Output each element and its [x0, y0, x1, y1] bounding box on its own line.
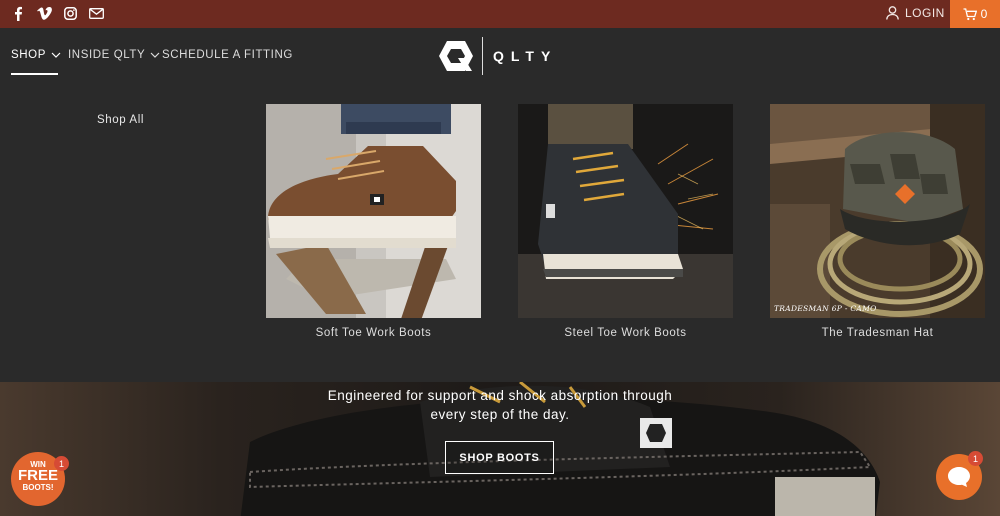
product-card-tradesman-hat[interactable]: TRADESMAN 6P - CAMO The Tradesman Hat: [770, 104, 985, 339]
facebook-icon[interactable]: [10, 5, 26, 21]
instagram-icon[interactable]: [62, 5, 78, 21]
user-icon: [886, 6, 899, 20]
product-caption[interactable]: Soft Toe Work Boots: [266, 327, 481, 339]
product-card-soft-toe[interactable]: Soft Toe Work Boots: [266, 104, 481, 339]
chat-notification-badge: 1: [968, 451, 983, 466]
promo-notification-badge: 1: [54, 456, 69, 471]
active-nav-underline: [11, 73, 58, 75]
nav-schedule-fitting-label: SCHEDULE A FITTING: [162, 49, 293, 61]
product-caption[interactable]: The Tradesman Hat: [770, 327, 985, 339]
cart-icon: [963, 7, 977, 20]
social-links: [10, 5, 104, 21]
nav-shop-label: SHOP: [11, 49, 46, 61]
cart-button[interactable]: 0: [950, 0, 1000, 28]
shop-boots-button[interactable]: SHOP BOOTS: [445, 441, 554, 474]
steel-toe-boot-image[interactable]: [518, 104, 733, 318]
logo-wordmark: QLTY: [493, 48, 558, 64]
tradesman-hat-image[interactable]: TRADESMAN 6P - CAMO: [770, 104, 985, 318]
chevron-down-icon: [51, 52, 61, 58]
login-label: LOGIN: [905, 6, 945, 20]
hat-image-caption: TRADESMAN 6P - CAMO: [774, 304, 877, 313]
email-icon[interactable]: [88, 5, 104, 21]
chevron-down-icon: [150, 52, 160, 58]
vimeo-icon[interactable]: [36, 5, 52, 21]
cart-count: 0: [980, 7, 988, 21]
qlty-logo-icon: [439, 41, 473, 71]
nav-schedule-fitting[interactable]: SCHEDULE A FITTING: [162, 49, 293, 61]
hero-banner: Engineered for support and shock absorpt…: [0, 382, 1000, 516]
shop-all-link[interactable]: Shop All: [97, 114, 144, 126]
top-bar: LOGIN 0: [0, 0, 1000, 28]
nav-inside-qlty-label: INSIDE QLTY: [68, 49, 146, 61]
promo-line-2: FREE: [17, 467, 58, 484]
hero-tagline: Engineered for support and shock absorpt…: [327, 388, 673, 422]
product-caption[interactable]: Steel Toe Work Boots: [518, 327, 733, 339]
product-card-steel-toe[interactable]: Steel Toe Work Boots: [518, 104, 733, 339]
login-link[interactable]: LOGIN: [886, 6, 945, 20]
logo-divider: [482, 37, 483, 75]
site-logo[interactable]: QLTY: [438, 37, 557, 75]
chat-bubble-icon: [948, 467, 970, 487]
nav-inside-qlty[interactable]: INSIDE QLTY: [68, 49, 160, 61]
nav-shop[interactable]: SHOP: [11, 49, 61, 61]
shop-mega-menu: Shop All Soft Toe Work Boots Steel Toe W…: [0, 86, 1000, 382]
promo-line-3: BOOTS!: [22, 483, 54, 492]
soft-toe-boot-image[interactable]: [266, 104, 481, 318]
main-nav: SHOP INSIDE QLTY SCHEDULE A FITTING QLTY: [0, 28, 1000, 86]
